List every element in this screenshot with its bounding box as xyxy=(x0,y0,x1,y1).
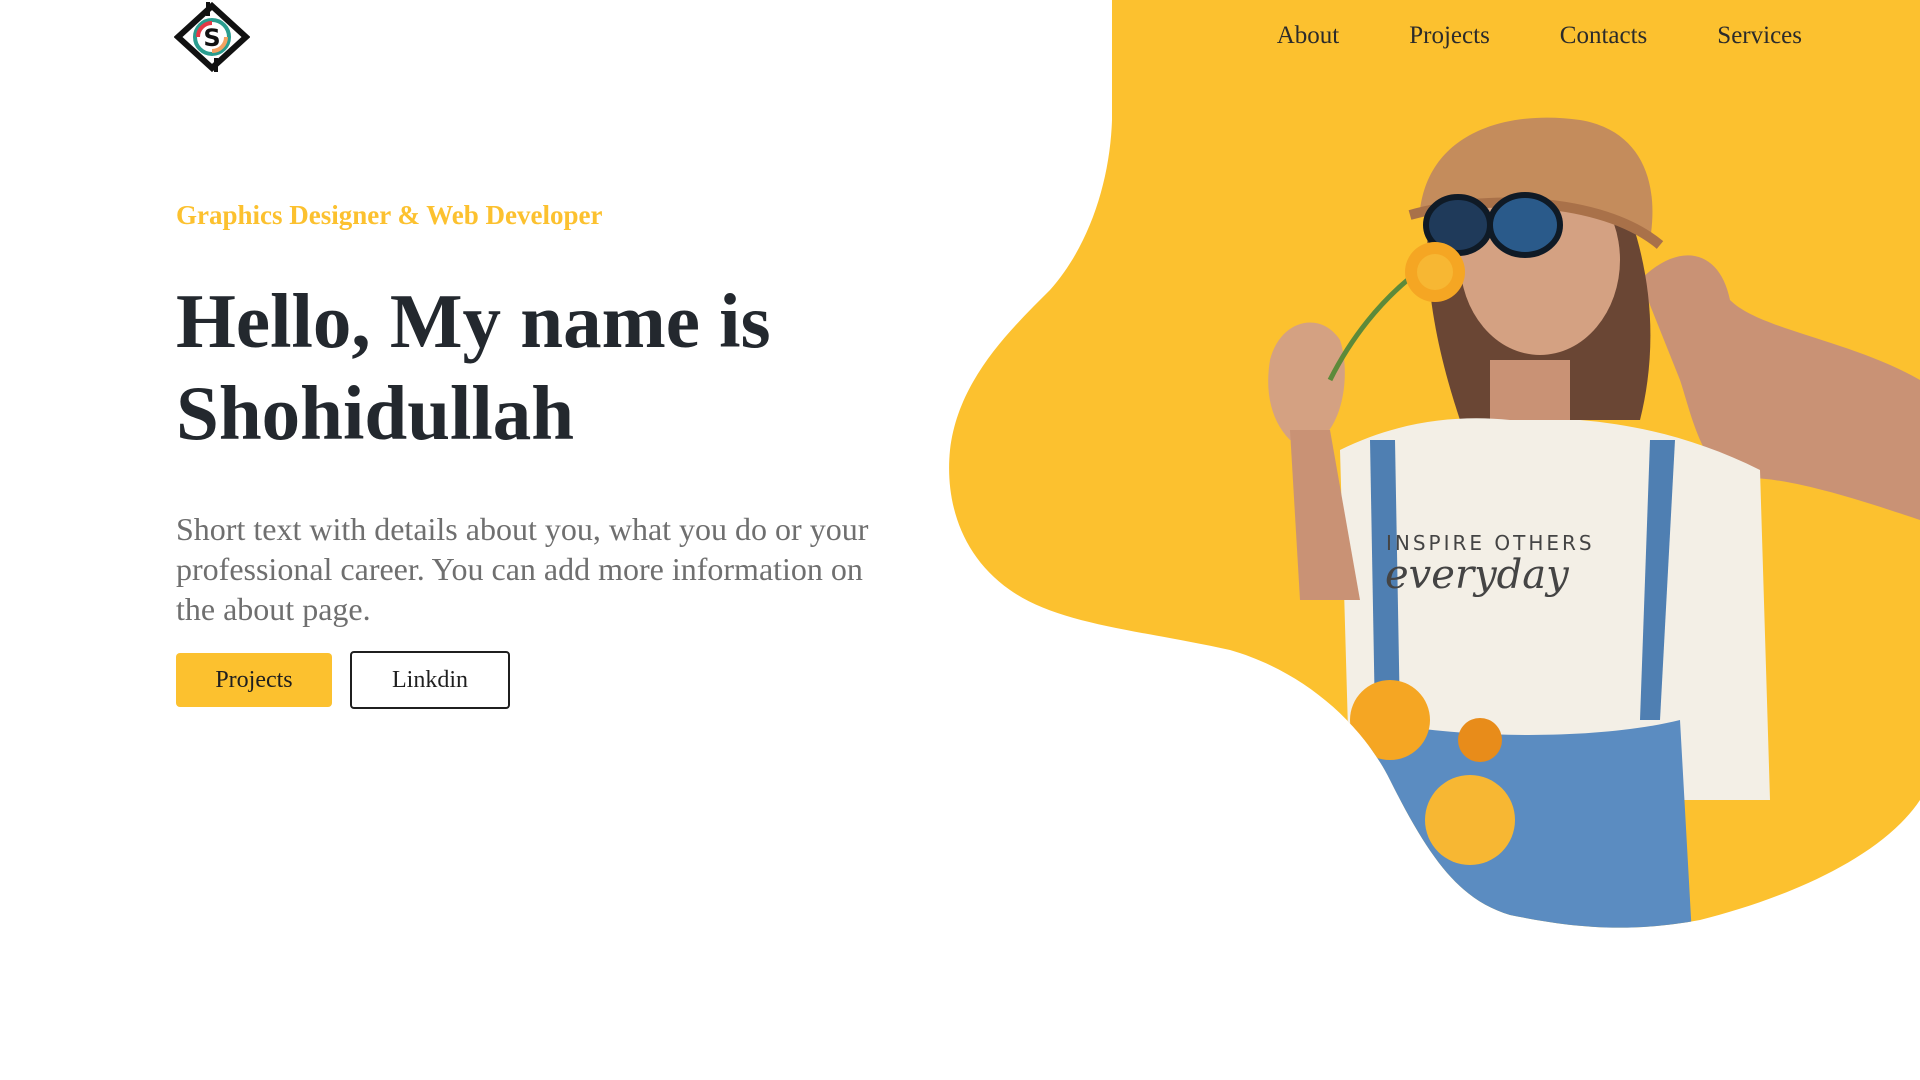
nav-services[interactable]: Services xyxy=(1717,22,1802,50)
hero-buttons: Projects Linkdin xyxy=(176,651,896,709)
nav-projects[interactable]: Projects xyxy=(1409,22,1490,50)
hero-eyebrow: Graphics Designer & Web Developer xyxy=(176,200,603,230)
hero-intro: Short text with details about you, what … xyxy=(176,511,869,627)
projects-button[interactable]: Projects xyxy=(176,653,332,707)
hero-headline: Hello, My name is Shohidullah xyxy=(176,275,896,459)
linkedin-button[interactable]: Linkdin xyxy=(350,651,510,709)
diamond-s-logo-icon: S xyxy=(173,1,251,73)
nav-about[interactable]: About xyxy=(1277,22,1340,50)
logo-letter: S xyxy=(203,24,220,52)
top-navigation: About Projects Contacts Services xyxy=(1277,22,1802,50)
hero-section: Graphics Designer & Web Developer Hello,… xyxy=(176,200,896,709)
site-logo[interactable]: S xyxy=(173,1,251,73)
hero-headline-line2: Shohidullah xyxy=(176,370,575,456)
hero-headline-line1: Hello, My name is xyxy=(176,278,771,364)
shirt-text-bottom: everyday xyxy=(1385,552,1570,598)
nav-contacts[interactable]: Contacts xyxy=(1560,22,1648,50)
